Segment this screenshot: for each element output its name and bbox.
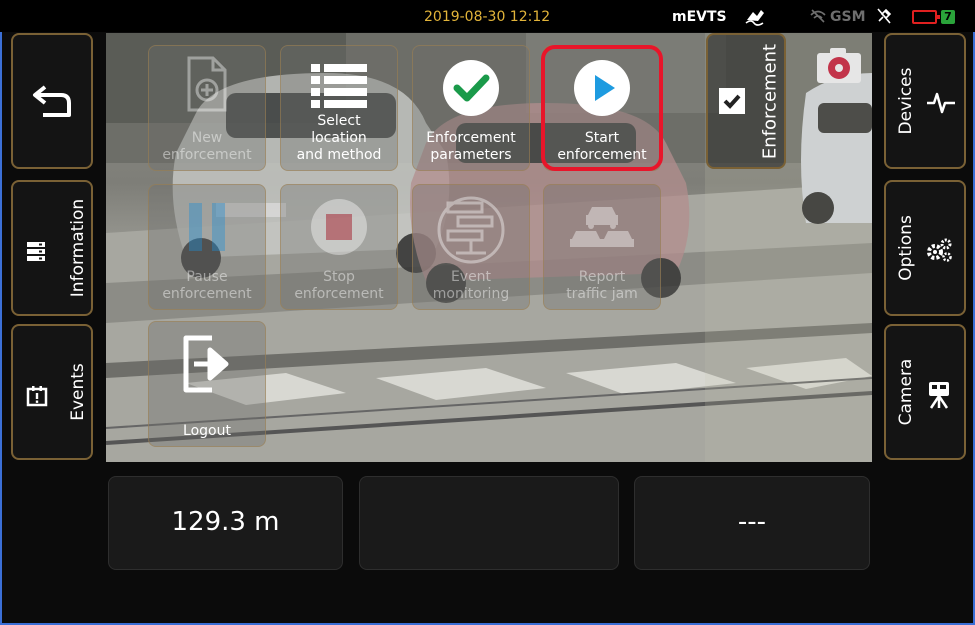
tile-label: New enforcement	[162, 130, 252, 163]
pulse-icon	[927, 92, 955, 114]
distance-readout: 129.3 m	[108, 476, 343, 570]
tile-pause-enforcement[interactable]: Pause enforcement	[148, 184, 266, 310]
info-box-right: ---	[634, 476, 870, 570]
new-document-icon	[187, 56, 227, 112]
calendar-alert-icon	[26, 386, 48, 407]
distance-value: 129.3 m	[171, 507, 280, 537]
info-right-value: ---	[737, 507, 767, 537]
options-button[interactable]: Options	[884, 180, 966, 316]
devices-button[interactable]: Devices	[884, 33, 966, 169]
start-enforcement-highlight	[541, 45, 663, 171]
tile-new-enforcement[interactable]: New enforcement	[148, 45, 266, 171]
tile-label: Stop enforcement	[294, 269, 384, 302]
tile-stop-enforcement[interactable]: Stop enforcement	[280, 184, 398, 310]
list-icon	[311, 64, 367, 108]
enforcement-panel-label: Enforcement	[759, 43, 781, 160]
signed-icon	[745, 10, 764, 26]
power-plug-icon: 7	[941, 10, 955, 24]
back-arrow-icon	[33, 85, 71, 117]
enforcement-panel[interactable]: Enforcement	[706, 33, 786, 169]
camera-button[interactable]: Camera	[884, 324, 966, 460]
events-label: Events	[68, 363, 88, 421]
tile-select-location-and-method[interactable]: Select location and method	[280, 45, 398, 171]
gps-off-icon	[877, 8, 892, 24]
options-label: Options	[896, 215, 916, 281]
camera-snapshot-icon[interactable]	[814, 45, 864, 85]
status-datetime: 2019-08-30 12:12	[424, 9, 551, 25]
tile-label: Pause enforcement	[162, 269, 252, 302]
tile-label: Event monitoring	[432, 269, 510, 302]
tile-report-traffic-jam[interactable]: Report traffic jam	[543, 184, 661, 310]
camera-label: Camera	[896, 358, 916, 426]
tile-label: Enforcement parameters	[426, 130, 516, 163]
status-bar: 2019-08-30 12:12 mEVTS GSM 7	[0, 0, 975, 32]
camera-tripod-icon	[929, 382, 949, 409]
tile-label: Logout	[183, 423, 231, 439]
server-list-icon	[27, 242, 45, 261]
check-circle-icon	[443, 60, 499, 116]
logout-icon	[183, 335, 229, 393]
status-gsm-label: GSM	[830, 9, 866, 25]
events-button[interactable]: Events	[11, 324, 93, 460]
information-button[interactable]: Information	[11, 180, 93, 316]
devices-label: Devices	[896, 67, 916, 135]
back-button[interactable]	[11, 33, 93, 169]
tile-logout[interactable]: Logout	[148, 321, 266, 447]
gears-icon	[927, 238, 952, 262]
no-signal-icon	[810, 9, 826, 23]
tile-enforcement-parameters[interactable]: Enforcement parameters	[412, 45, 530, 171]
tile-event-monitoring[interactable]: Event monitoring	[412, 184, 530, 310]
monitoring-icon	[437, 196, 505, 264]
enforcement-checkbox-icon[interactable]	[718, 87, 746, 115]
information-label: Information	[68, 198, 88, 298]
pause-icon	[189, 203, 225, 251]
battery-icon	[912, 10, 940, 24]
status-app-name: mEVTS	[672, 9, 727, 25]
tile-label: Select location and method	[296, 113, 382, 163]
info-box-middle	[359, 476, 619, 570]
traffic-jam-icon	[570, 207, 634, 247]
stop-circle-icon	[311, 199, 367, 255]
tile-label: Report traffic jam	[566, 269, 638, 302]
